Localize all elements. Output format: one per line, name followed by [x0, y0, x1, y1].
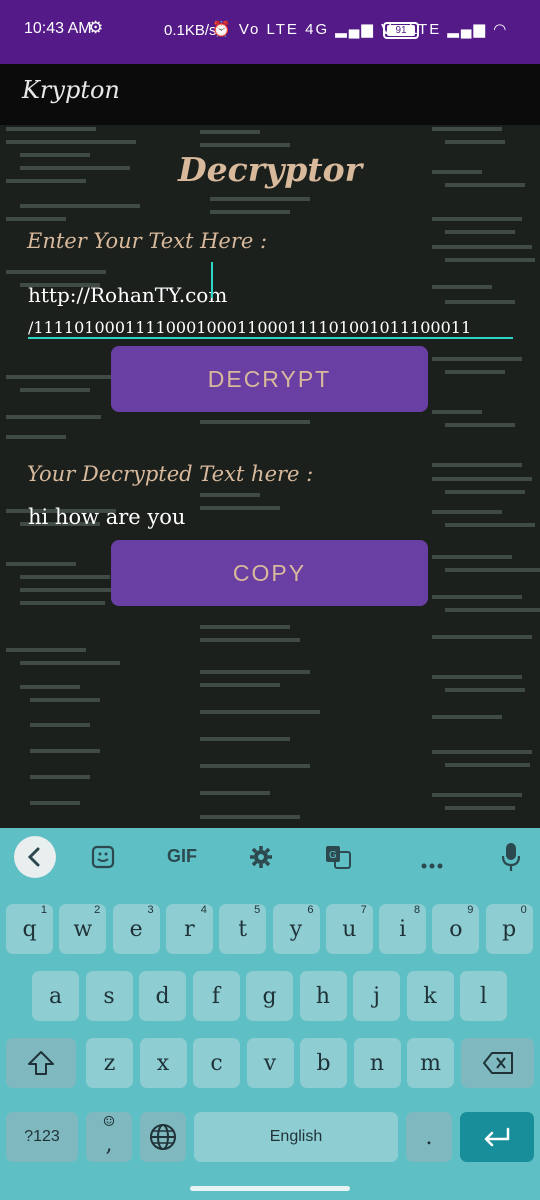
- key-label: p: [502, 916, 517, 942]
- key-x[interactable]: x: [139, 1038, 187, 1088]
- key-label: u: [342, 916, 357, 942]
- input-underline: [28, 337, 513, 339]
- key-p[interactable]: 0p: [485, 904, 533, 954]
- key-label: r: [184, 916, 195, 942]
- app-bar: Krypton: [0, 64, 540, 125]
- chevron-left-icon: [27, 847, 40, 867]
- comma-label: ,: [105, 1131, 113, 1157]
- key-s[interactable]: s: [85, 971, 133, 1021]
- key-i[interactable]: 8i: [379, 904, 427, 954]
- key-r[interactable]: 4r: [165, 904, 213, 954]
- key-k[interactable]: k: [406, 971, 454, 1021]
- key-t[interactable]: 5t: [219, 904, 267, 954]
- globe-icon: [150, 1124, 176, 1150]
- microphone-icon[interactable]: [501, 842, 521, 872]
- battery-level: 91: [387, 25, 415, 36]
- key-label: i: [399, 916, 407, 942]
- key-label: y: [289, 916, 303, 942]
- translate-icon[interactable]: G: [325, 845, 351, 869]
- key-w[interactable]: 2w: [59, 904, 107, 954]
- output-label: Your Decrypted Text here :: [27, 462, 314, 486]
- settings-status-icon: ⚙: [88, 18, 104, 37]
- key-label: t: [238, 916, 248, 942]
- encrypted-text-input-line2[interactable]: /111101000111100010001100011110100101110…: [28, 318, 513, 337]
- key-z[interactable]: z: [86, 1038, 133, 1088]
- key-c[interactable]: c: [193, 1038, 240, 1088]
- shift-key[interactable]: [6, 1038, 76, 1088]
- key-h[interactable]: h: [299, 971, 347, 1021]
- key-hint: 3: [147, 904, 154, 916]
- key-f[interactable]: f: [192, 971, 240, 1021]
- battery-icon: 91: [383, 22, 419, 39]
- key-hint: 1: [40, 904, 47, 916]
- key-label: q: [22, 916, 37, 942]
- status-time: 10:43 AM: [24, 20, 92, 37]
- key-label: w: [73, 916, 93, 942]
- key-b[interactable]: b: [300, 1038, 347, 1088]
- key-d[interactable]: d: [139, 971, 186, 1021]
- backspace-key[interactable]: [461, 1038, 534, 1088]
- key-j[interactable]: j: [353, 971, 400, 1021]
- app-title: Krypton: [22, 76, 120, 104]
- key-hint: 5: [254, 904, 261, 916]
- home-gesture-handle[interactable]: [190, 1186, 350, 1191]
- more-icon[interactable]: [421, 854, 443, 869]
- key-n[interactable]: n: [353, 1038, 401, 1088]
- key-v[interactable]: v: [246, 1038, 294, 1088]
- enter-icon: [484, 1127, 510, 1147]
- sticker-icon[interactable]: [91, 845, 115, 869]
- main-content: Decryptor Enter Your Text Here : http://…: [0, 125, 540, 828]
- key-o[interactable]: 9o: [432, 904, 480, 954]
- decrypt-button[interactable]: DECRYPT: [111, 346, 428, 412]
- period-key[interactable]: .: [406, 1112, 452, 1162]
- navigation-bar: [0, 1178, 540, 1200]
- text-cursor: [211, 262, 213, 298]
- symbols-key[interactable]: ?123: [6, 1112, 78, 1162]
- gif-button[interactable]: GIF: [167, 846, 197, 867]
- encrypted-text-input[interactable]: http://RohanTY.com: [28, 283, 227, 307]
- key-hint: 9: [467, 904, 474, 916]
- key-hint: 4: [200, 904, 207, 916]
- key-y[interactable]: 6y: [272, 904, 320, 954]
- space-bar[interactable]: English: [194, 1112, 398, 1162]
- key-e[interactable]: 3e: [112, 904, 160, 954]
- enter-key[interactable]: [460, 1112, 534, 1162]
- backspace-icon: [482, 1052, 513, 1074]
- key-hint: 7: [360, 904, 367, 916]
- key-g[interactable]: g: [246, 971, 293, 1021]
- decrypted-text-output: hi how are you: [28, 505, 186, 529]
- key-label: e: [129, 916, 143, 942]
- network-speed: 0.1KB/s: [164, 22, 217, 39]
- gear-icon[interactable]: [249, 845, 273, 869]
- key-hint: 0: [520, 904, 527, 916]
- input-label: Enter Your Text Here :: [27, 229, 268, 253]
- shift-icon: [28, 1051, 54, 1075]
- signal-icons: ⏰ Vo LTE 4G ▂▄▆ Vo LTE ▂▄▆ ◠: [212, 21, 509, 38]
- soft-keyboard: GIF G ?123 ☺ , English . 1q2w3e4r5t6y7u8…: [0, 828, 540, 1200]
- language-key[interactable]: [140, 1112, 186, 1162]
- key-u[interactable]: 7u: [325, 904, 373, 954]
- key-m[interactable]: m: [407, 1038, 454, 1088]
- page-heading: Decryptor: [178, 150, 362, 189]
- copy-button[interactable]: COPY: [111, 540, 428, 606]
- key-hint: 8: [413, 904, 421, 916]
- collapse-toolbar-button[interactable]: [14, 836, 56, 878]
- key-q[interactable]: 1q: [6, 904, 53, 954]
- key-hint: 2: [94, 904, 101, 916]
- key-hint: 6: [307, 904, 314, 916]
- key-label: o: [449, 916, 463, 942]
- key-l[interactable]: l: [460, 971, 507, 1021]
- comma-key[interactable]: ☺ ,: [86, 1112, 132, 1162]
- key-a[interactable]: a: [32, 971, 79, 1021]
- status-bar: 10:43 AM ⚙ 0.1KB/s ⏰ Vo LTE 4G ▂▄▆ Vo LT…: [0, 0, 540, 64]
- svg-text:G: G: [329, 850, 337, 861]
- emoji-hint-icon: ☺: [102, 1114, 116, 1130]
